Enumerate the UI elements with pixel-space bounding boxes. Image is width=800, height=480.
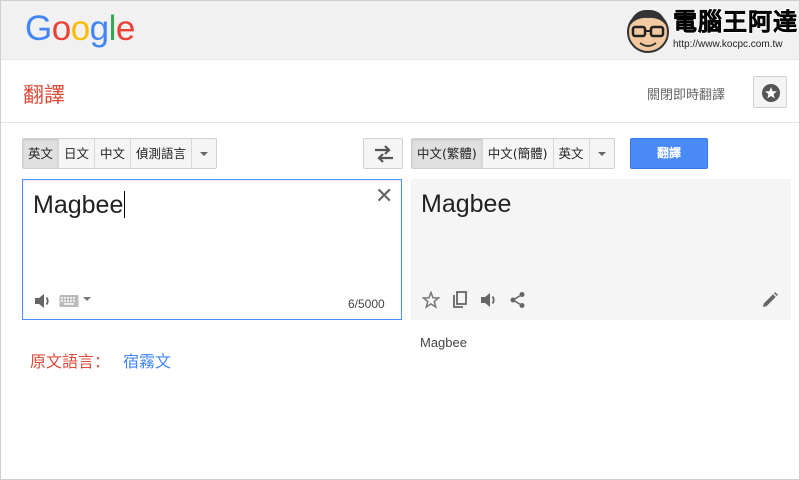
source-text-wrapper: Magbee [33, 191, 126, 220]
instant-translation-toggle[interactable]: 關閉即時翻譯 [647, 84, 725, 103]
source-lang-dropdown[interactable] [192, 139, 216, 168]
source-text: Magbee [33, 191, 124, 219]
copy-icon[interactable] [451, 291, 469, 309]
character-count: 6/5000 [348, 297, 385, 311]
source-lang-chinese[interactable]: 中文 [95, 139, 132, 168]
speaker-icon[interactable] [479, 291, 499, 309]
target-lang-traditional-chinese[interactable]: 中文(繁體) [412, 139, 483, 168]
header-divider [1, 122, 799, 123]
target-lang-dropdown[interactable] [590, 139, 614, 168]
star-icon [762, 84, 780, 102]
target-lang-simplified-chinese[interactable]: 中文(簡體) [483, 139, 554, 168]
detected-language-label: 原文語言： [30, 352, 111, 371]
logo-letter: e [115, 9, 135, 48]
translated-text: Magbee [421, 190, 512, 218]
source-lang-english[interactable]: 英文 [23, 139, 60, 168]
watermark-url: http://www.kocpc.com.tw [673, 39, 783, 50]
edit-icon[interactable] [761, 291, 779, 309]
keyboard-icon[interactable] [59, 294, 79, 308]
star-outline-icon[interactable] [422, 291, 440, 309]
keyboard-dropdown-icon[interactable] [83, 297, 91, 301]
translate-window: Google 電腦王阿達 http://www.kocpc.com.tw 翻譯 … [0, 0, 800, 480]
target-lang-english[interactable]: 英文 [554, 139, 590, 168]
translate-button[interactable]: 翻譯 [630, 138, 708, 169]
site-watermark: 電腦王阿達 http://www.kocpc.com.tw [619, 3, 799, 57]
page-title: 翻譯 [23, 83, 65, 107]
clear-icon[interactable]: ✕ [375, 184, 393, 208]
logo-letter: o [70, 9, 90, 48]
speaker-icon[interactable] [33, 292, 53, 310]
logo-letter: o [51, 9, 71, 48]
google-logo[interactable]: Google [25, 9, 135, 49]
target-language-bar: 中文(繁體) 中文(簡體) 英文 [411, 138, 615, 169]
result-romanization: Magbee [420, 335, 467, 350]
result-panel: Magbee [411, 179, 791, 320]
top-bar: Google 電腦王阿達 http://www.kocpc.com.tw [1, 1, 799, 60]
mascot-face-icon [627, 9, 669, 53]
swap-languages-button[interactable] [363, 138, 403, 169]
source-lang-detect[interactable]: 偵測語言 [131, 139, 193, 168]
text-caret [124, 191, 126, 218]
swap-icon [375, 145, 393, 163]
detected-language-link[interactable]: 宿霧文 [123, 348, 171, 372]
logo-letter: l [108, 9, 117, 48]
source-text-area[interactable]: Magbee ✕ 6/5000 [22, 179, 402, 320]
watermark-title: 電腦王阿達 [673, 8, 798, 37]
share-icon[interactable] [509, 291, 527, 309]
source-language-bar: 英文 日文 中文 偵測語言 [22, 138, 218, 169]
logo-letter: G [25, 9, 52, 48]
logo-letter: g [89, 9, 109, 48]
phrasebook-button[interactable] [753, 76, 787, 108]
source-lang-japanese[interactable]: 日文 [59, 139, 96, 168]
